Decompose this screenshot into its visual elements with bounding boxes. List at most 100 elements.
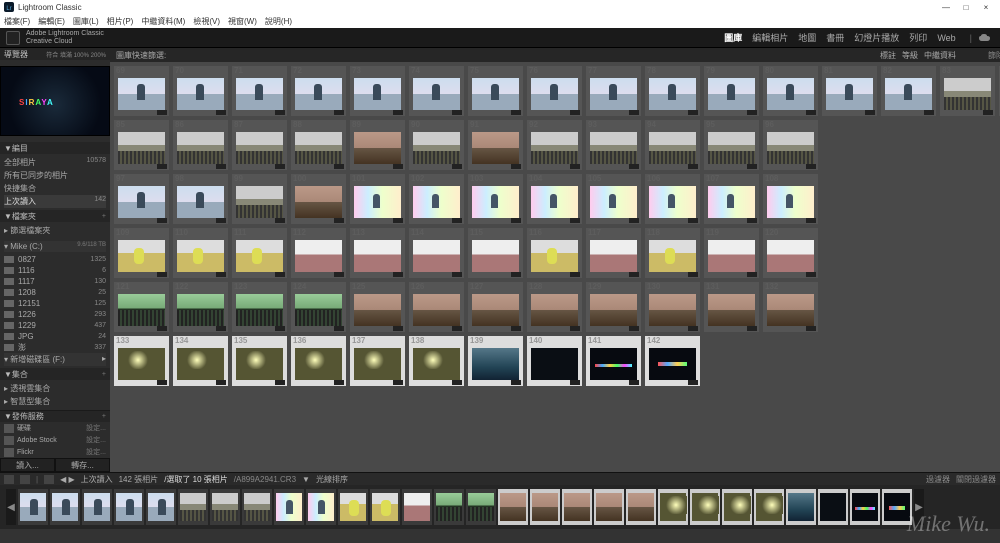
filmstrip-cell[interactable]: [82, 489, 112, 525]
thumbnail-cell[interactable]: 69: [114, 66, 169, 116]
collection-row[interactable]: ▸ 透視雲集合: [4, 382, 106, 395]
thumbnail-cell[interactable]: 98: [173, 174, 228, 224]
filmstrip-cell[interactable]: [498, 489, 528, 525]
thumbnail-cell[interactable]: 102: [409, 174, 464, 224]
status-sort-arrow[interactable]: ▼: [302, 475, 310, 484]
publish-header[interactable]: ▼ 發佈服務+: [0, 410, 110, 422]
thumbnail-cell[interactable]: 97: [114, 174, 169, 224]
catalog-row[interactable]: 所有已同步的相片: [4, 169, 106, 182]
left-panel[interactable]: 導覽器 符合 填滿 100% 200% SIRAYA ▼ 編目 全部相片1057…: [0, 48, 110, 472]
thumbnail-cell[interactable]: 78: [645, 66, 700, 116]
thumbnail-cell[interactable]: 116: [527, 228, 582, 278]
thumbnail-cell[interactable]: 124: [291, 282, 346, 332]
filmstrip-cell[interactable]: [594, 489, 624, 525]
thumbnail-cell[interactable]: 130: [645, 282, 700, 332]
thumbnail-cell[interactable]: 140: [527, 336, 582, 386]
filmstrip-cell[interactable]: [658, 489, 688, 525]
thumbnail-cell[interactable]: 120: [763, 228, 818, 278]
minimize-button[interactable]: —: [936, 3, 956, 12]
thumbnail-cell[interactable]: 80: [763, 66, 818, 116]
thumbnail-cell[interactable]: 125: [350, 282, 405, 332]
folder-row[interactable]: 1226293: [2, 309, 108, 320]
thumbnail-cell[interactable]: 109: [114, 228, 169, 278]
collections-header[interactable]: ▼ 集合+: [0, 368, 110, 380]
thumbnail-cell[interactable]: 122: [173, 282, 228, 332]
thumbnail-cell[interactable]: 105: [586, 174, 641, 224]
publish-service[interactable]: 硬碟設定...: [0, 422, 110, 434]
module-列印[interactable]: 列印: [909, 33, 927, 43]
thumbnail-cell[interactable]: 95: [704, 120, 759, 170]
close-button[interactable]: ×: [976, 3, 996, 12]
folder-row[interactable]: JPG24: [2, 331, 108, 342]
module-圖庫[interactable]: 圖庫: [724, 33, 742, 43]
import-button[interactable]: 讀入...: [0, 458, 55, 472]
filter-flag[interactable]: 標註: [880, 50, 896, 61]
menu-圖庫(L)[interactable]: 圖庫(L): [73, 16, 99, 27]
catalog-row[interactable]: 全部相片10578: [4, 156, 106, 169]
thumbnail-cell[interactable]: 79: [704, 66, 759, 116]
module-幻燈片播放[interactable]: 幻燈片播放: [854, 33, 899, 43]
thumbnail-cell[interactable]: 108: [763, 174, 818, 224]
filmstrip-cell[interactable]: [850, 489, 880, 525]
thumbnail-cell[interactable]: 70: [173, 66, 228, 116]
maximize-button[interactable]: □: [956, 3, 976, 12]
thumbnail-cell[interactable]: 85: [114, 120, 169, 170]
nav-zoom-options[interactable]: 符合 填滿 100% 200%: [46, 50, 106, 59]
export-button[interactable]: 轉存...: [55, 458, 110, 472]
filmstrip-cell[interactable]: [114, 489, 144, 525]
thumbnail-cell[interactable]: 94: [645, 120, 700, 170]
thumbnail-cell[interactable]: 91: [468, 120, 523, 170]
module-書冊[interactable]: 書冊: [826, 33, 844, 43]
thumbnail-cell[interactable]: 114: [409, 228, 464, 278]
filmstrip-cell[interactable]: [370, 489, 400, 525]
folder-row[interactable]: 澎337: [2, 342, 108, 351]
thumbnail-cell[interactable]: 101: [350, 174, 405, 224]
thumbnail-cell[interactable]: 77: [586, 66, 641, 116]
thumbnail-cell[interactable]: 75: [468, 66, 523, 116]
filmstrip-cell[interactable]: [754, 489, 784, 525]
filmstrip-cell[interactable]: [434, 489, 464, 525]
menu-視窗(W)[interactable]: 視窗(W): [228, 16, 257, 27]
catalog-header[interactable]: ▼ 編目: [0, 142, 110, 154]
filmstrip-cell[interactable]: [722, 489, 752, 525]
folders-tree[interactable]: 0827132511166111713012082512151125122629…: [0, 254, 110, 351]
filmstrip-cell[interactable]: [626, 489, 656, 525]
menu-說明(H)[interactable]: 說明(H): [265, 16, 292, 27]
loupe-view-icon[interactable]: [20, 475, 30, 484]
thumbnail-cell[interactable]: 76: [527, 66, 582, 116]
filmstrip-cell[interactable]: [690, 489, 720, 525]
status-source[interactable]: 上次讀入: [81, 474, 113, 485]
thumbnail-cell[interactable]: 118: [645, 228, 700, 278]
filmstrip-cell[interactable]: [338, 489, 368, 525]
navigator-header[interactable]: 導覽器 符合 填滿 100% 200%: [0, 48, 110, 60]
catalog-row[interactable]: 快捷集合: [4, 182, 106, 195]
thumbnail-cell[interactable]: 93: [586, 120, 641, 170]
thumbnail-grid[interactable]: 6970717273747576777879808182838485868788…: [110, 62, 1000, 472]
module-編輯相片[interactable]: 編輯相片: [752, 33, 788, 43]
thumbnail-cell[interactable]: 81: [822, 66, 877, 116]
secondary-monitor-icon[interactable]: [44, 475, 54, 484]
menu-中繼資料(M)[interactable]: 中繼資料(M): [141, 16, 185, 27]
filter-preset[interactable]: 篩除條件關閉: [988, 50, 1000, 61]
catalog-row[interactable]: 上次讀入142: [4, 195, 106, 208]
filmstrip-cell[interactable]: [530, 489, 560, 525]
thumbnail-cell[interactable]: 99: [232, 174, 287, 224]
folder-row[interactable]: 1117130: [2, 276, 108, 287]
filmstrip-cell[interactable]: [786, 489, 816, 525]
filmstrip-cell[interactable]: [402, 489, 432, 525]
thumbnail-cell[interactable]: 104: [527, 174, 582, 224]
thumbnail-cell[interactable]: 103: [468, 174, 523, 224]
thumbnail-cell[interactable]: 111: [232, 228, 287, 278]
filmstrip-cell[interactable]: [242, 489, 272, 525]
folders-drive2-row[interactable]: ▾ 新增磁碟區 (F:)▸: [0, 351, 110, 368]
thumbnail-cell[interactable]: 139: [468, 336, 523, 386]
filmstrip-cell[interactable]: [466, 489, 496, 525]
filmstrip-cell[interactable]: [562, 489, 592, 525]
thumbnail-cell[interactable]: 113: [350, 228, 405, 278]
thumbnail-cell[interactable]: 117: [586, 228, 641, 278]
thumbnail-cell[interactable]: 87: [232, 120, 287, 170]
navigator-preview[interactable]: SIRAYA: [0, 66, 110, 136]
grid-view-icon[interactable]: [4, 475, 14, 484]
folder-row[interactable]: 12151125: [2, 298, 108, 309]
thumbnail-cell[interactable]: 132: [763, 282, 818, 332]
